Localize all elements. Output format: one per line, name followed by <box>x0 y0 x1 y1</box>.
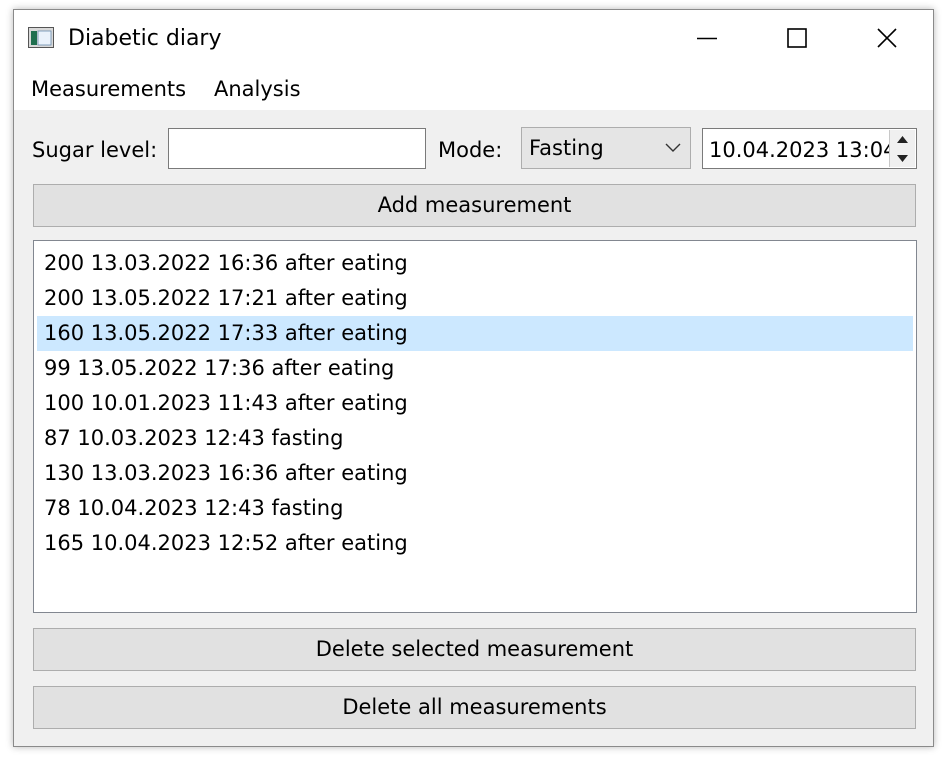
menu-bar: Measurements Analysis <box>14 67 933 110</box>
list-item[interactable]: 87 10.03.2023 12:43 fasting <box>37 421 913 456</box>
list-item[interactable]: 100 10.01.2023 11:43 after eating <box>37 386 913 421</box>
close-button[interactable] <box>842 10 932 67</box>
minimize-button[interactable] <box>662 10 752 67</box>
maximize-icon <box>787 28 807 48</box>
maximize-button[interactable] <box>752 10 842 67</box>
list-item[interactable]: 165 10.04.2023 12:52 after eating <box>37 526 913 561</box>
spin-up-button[interactable] <box>890 130 915 148</box>
list-item[interactable]: 78 10.04.2023 12:43 fasting <box>37 491 913 526</box>
spin-up-icon <box>897 136 908 143</box>
window-title: Diabetic diary <box>68 26 222 51</box>
list-item[interactable]: 200 13.03.2022 16:36 after eating <box>37 246 913 281</box>
list-item[interactable]: 99 13.05.2022 17:36 after eating <box>37 351 913 386</box>
mode-label: Mode: <box>438 138 503 162</box>
minimize-icon <box>697 37 717 40</box>
mode-select[interactable]: Fasting <box>521 127 691 169</box>
spin-down-icon <box>897 155 908 162</box>
menu-measurements[interactable]: Measurements <box>31 75 186 103</box>
sugar-level-input[interactable] <box>168 128 426 169</box>
datetime-picker[interactable]: 10.04.2023 13:04 <box>702 128 917 169</box>
close-icon <box>877 28 897 48</box>
sugar-level-label: Sugar level: <box>32 138 158 162</box>
datetime-value: 10.04.2023 13:04 <box>709 138 897 162</box>
list-item[interactable]: 160 13.05.2022 17:33 after eating <box>37 316 913 351</box>
title-bar[interactable]: Diabetic diary <box>14 10 933 67</box>
delete-all-button[interactable]: Delete all measurements <box>33 686 916 729</box>
measurements-list[interactable]: 200 13.03.2022 16:36 after eating 200 13… <box>33 240 917 613</box>
menu-analysis[interactable]: Analysis <box>214 75 301 103</box>
list-item[interactable]: 200 13.05.2022 17:21 after eating <box>37 281 913 316</box>
list-item[interactable]: 130 13.03.2023 16:36 after eating <box>37 456 913 491</box>
chevron-down-icon <box>665 143 681 152</box>
mode-selected-value: Fasting <box>529 136 604 160</box>
add-measurement-button[interactable]: Add measurement <box>33 184 916 227</box>
datetime-spinner <box>889 130 915 167</box>
app-window-icon <box>28 27 54 48</box>
delete-selected-button[interactable]: Delete selected measurement <box>33 628 916 671</box>
main-window: Diabetic diary Measurements Analysis Sug… <box>13 9 934 747</box>
spin-down-button[interactable] <box>890 149 915 167</box>
